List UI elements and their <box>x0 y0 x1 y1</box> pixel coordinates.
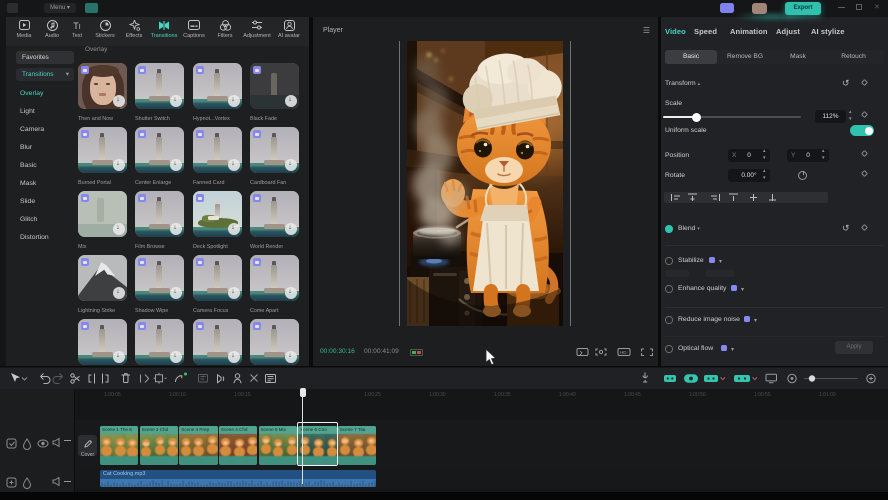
svg-text:HD: HD <box>620 350 627 355</box>
